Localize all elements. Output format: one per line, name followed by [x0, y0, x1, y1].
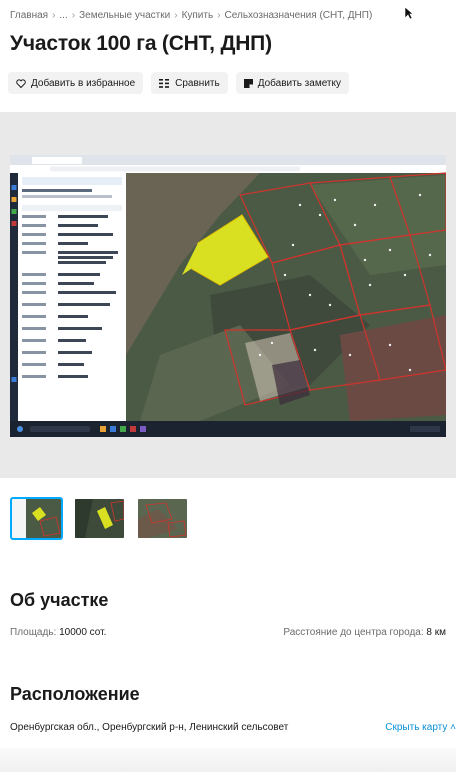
add-to-favorites-button[interactable]: Добавить в избранное [8, 72, 144, 94]
about-heading: Об участке [10, 590, 109, 610]
breadcrumb-land[interactable]: Земельные участки [79, 10, 170, 21]
breadcrumb-home[interactable]: Главная [10, 10, 48, 21]
hide-map-label: Скрыть карту [385, 722, 448, 733]
breadcrumb-separator: › [217, 10, 221, 21]
area-label: Площадь: [10, 627, 57, 638]
distance-label: Расстояние до центра города: [283, 627, 424, 638]
address-text: Оренбургская обл., Оренбургский р-н, Лен… [10, 722, 289, 733]
thumbnail-strip [10, 497, 189, 540]
compare-button[interactable]: Сравнить [151, 72, 228, 94]
distance-value: 8 км [426, 627, 446, 638]
main-photo[interactable] [10, 155, 446, 437]
note-icon [243, 78, 253, 88]
breadcrumb-separator: › [174, 10, 178, 21]
add-note-button[interactable]: Добавить заметку [235, 72, 349, 94]
action-bar: Добавить в избранное Сравнить Добавить з… [8, 72, 349, 94]
heart-icon [16, 78, 26, 88]
distance-param: Расстояние до центра города: 8 км [283, 627, 446, 638]
photo-gallery[interactable] [0, 112, 456, 478]
thumbnail-2[interactable] [73, 497, 126, 540]
compare-icon [159, 78, 170, 88]
about-params: Площадь: 10000 сот. Расстояние до центра… [10, 627, 446, 638]
map-preview[interactable] [0, 748, 456, 772]
cadastral-map-screenshot [10, 155, 446, 437]
chevron-up-icon: ˄ [450, 722, 456, 733]
area-value: 10000 сот. [59, 627, 107, 638]
breadcrumb: Главная ›... › Земельные участки › Купить › Сел… [10, 10, 430, 21]
thumbnail-1[interactable] [10, 497, 63, 540]
hide-map-link[interactable]: Скрыть карту ˄ [385, 722, 456, 733]
add-to-favorites-label: Добавить в избранное [31, 77, 136, 89]
breadcrumb-separator: › [52, 10, 56, 21]
compare-label: Сравнить [175, 77, 220, 89]
location-heading: Расположение [10, 684, 140, 704]
breadcrumb-ellipsis[interactable]: ... [59, 10, 67, 21]
breadcrumb-separator: › [71, 10, 76, 21]
address-row: Оренбургская обл., Оренбургский р-н, Лен… [10, 722, 456, 733]
thumbnail-3[interactable] [136, 497, 189, 540]
area-param: Площадь: 10000 сот. [10, 627, 106, 638]
mouse-cursor-icon [404, 6, 414, 20]
breadcrumb-buy[interactable]: Купить [182, 10, 214, 21]
page-title: Участок 100 га (СНТ, ДНП) [10, 32, 272, 55]
add-note-label: Добавить заметку [257, 77, 341, 89]
breadcrumb-category[interactable]: Сельхозназначения (СНТ, ДНП) [225, 10, 373, 21]
